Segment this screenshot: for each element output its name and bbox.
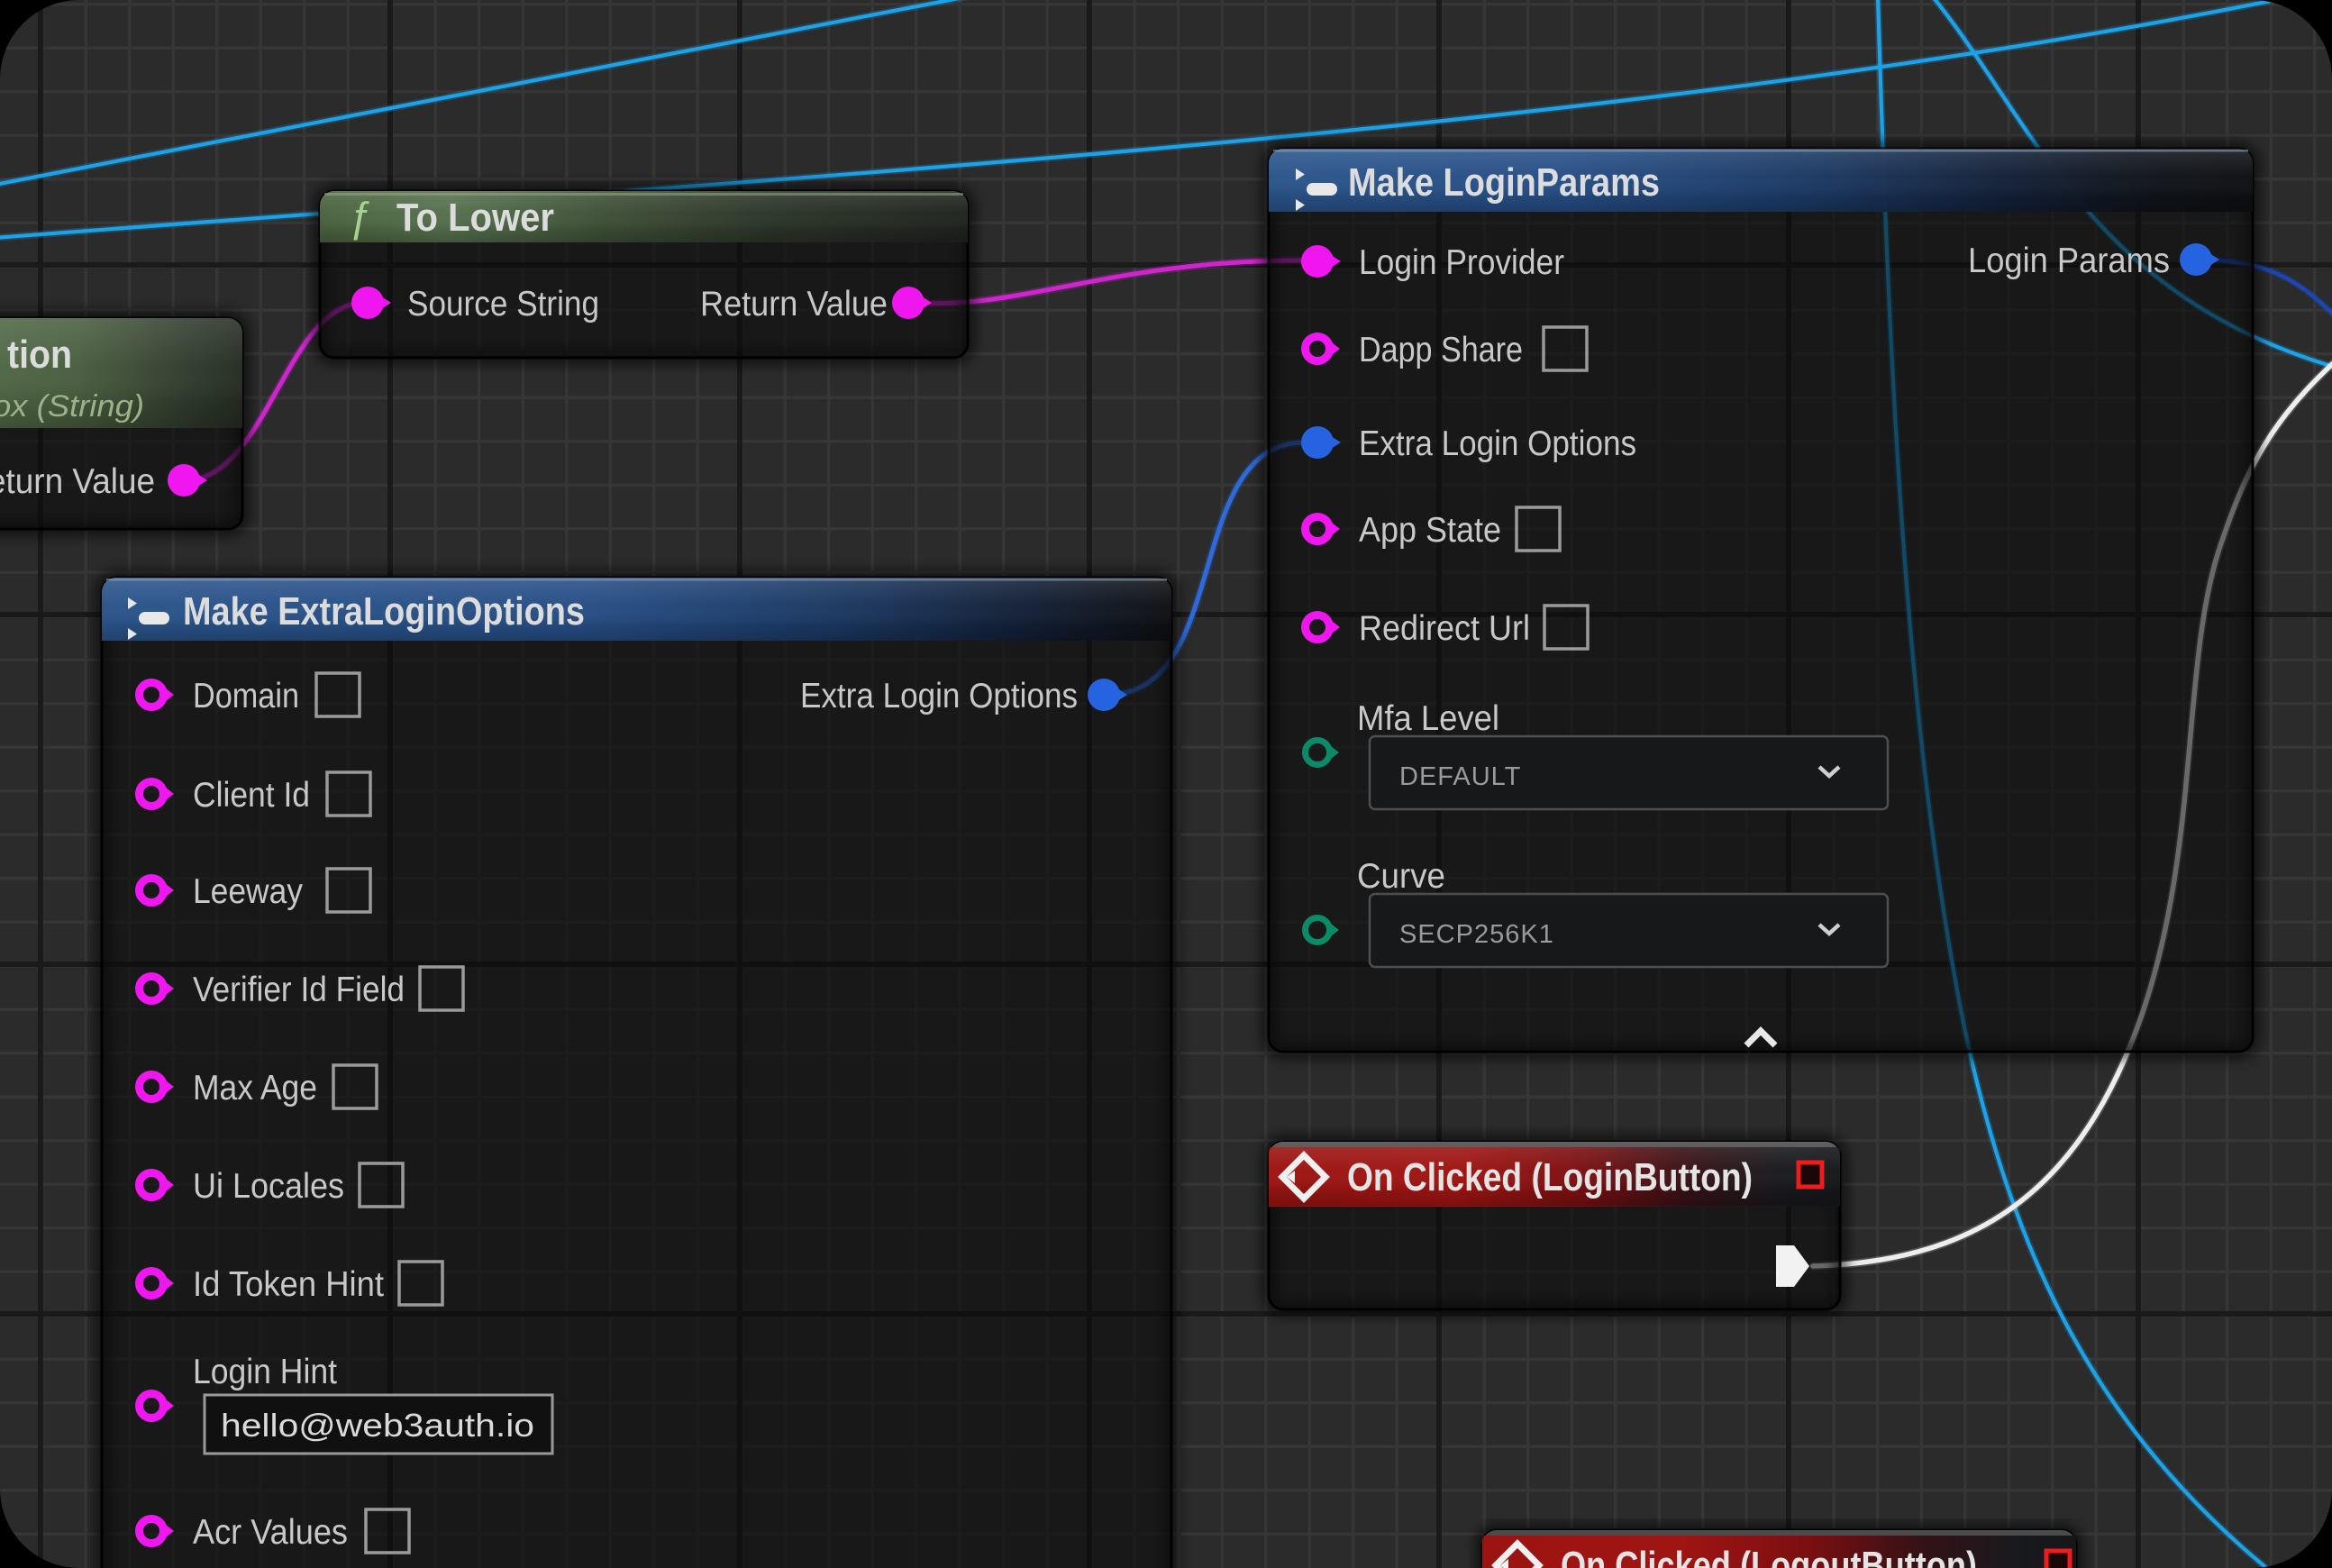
- svg-text:DEFAULT: DEFAULT: [1399, 762, 1521, 791]
- svg-text:Acr Values: Acr Values: [193, 1513, 348, 1552]
- svg-text:Make LoginParams: Make LoginParams: [1348, 160, 1660, 205]
- svg-text:tion: tion: [7, 333, 72, 377]
- svg-text:Source String: Source String: [407, 285, 599, 324]
- svg-text:Extra Login Options: Extra Login Options: [1359, 424, 1636, 463]
- svg-text:Verifier Id Field: Verifier Id Field: [193, 971, 405, 1009]
- svg-text:Redirect Url: Redirect Url: [1359, 609, 1530, 648]
- svg-text:Ui Locales: Ui Locales: [193, 1167, 344, 1206]
- svg-text:Id Token Hint: Id Token Hint: [193, 1265, 384, 1304]
- svg-text:To Lower: To Lower: [396, 196, 554, 240]
- svg-text:Login Params: Login Params: [1968, 242, 2170, 280]
- svg-text:Leeway: Leeway: [193, 872, 303, 911]
- svg-text:Dapp Share: Dapp Share: [1359, 331, 1523, 369]
- svg-text:Return Value: Return Value: [700, 285, 888, 324]
- svg-text:ox (String): ox (String): [0, 389, 144, 424]
- svg-text:App State: App State: [1359, 511, 1501, 550]
- svg-text:ƒ: ƒ: [348, 193, 371, 241]
- svg-text:Login Provider: Login Provider: [1359, 243, 1564, 282]
- svg-text:Curve: Curve: [1357, 857, 1445, 896]
- svg-text:On Clicked (LogoutButton): On Clicked (LogoutButton): [1561, 1544, 1977, 1568]
- svg-text:SECP256K1: SECP256K1: [1399, 920, 1554, 949]
- svg-text:Domain: Domain: [193, 677, 299, 716]
- svg-text:Client Id: Client Id: [193, 776, 310, 815]
- svg-text:eturn Value: eturn Value: [0, 462, 155, 501]
- svg-text:Max Age: Max Age: [193, 1069, 317, 1108]
- svg-text:Extra Login Options: Extra Login Options: [800, 677, 1078, 716]
- svg-text:On Clicked (LoginButton): On Clicked (LoginButton): [1347, 1155, 1753, 1199]
- svg-text:Make ExtraLoginOptions: Make ExtraLoginOptions: [183, 589, 585, 634]
- svg-text:Mfa Level: Mfa Level: [1357, 699, 1499, 738]
- svg-text:hello@web3auth.io: hello@web3auth.io: [221, 1407, 534, 1444]
- svg-text:Login Hint: Login Hint: [193, 1353, 337, 1391]
